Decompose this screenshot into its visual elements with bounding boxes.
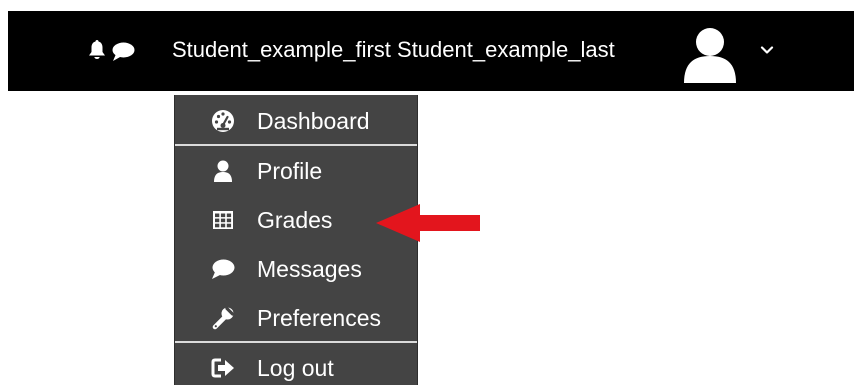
menu-item-preferences[interactable]: Preferences (175, 295, 417, 341)
menu-item-dashboard[interactable]: Dashboard (175, 98, 417, 144)
speech-bubble-icon[interactable] (111, 42, 135, 62)
top-navbar: Student_example_first Student_example_la… (8, 11, 854, 91)
menu-item-label: Grades (257, 207, 333, 233)
menu-divider (175, 341, 417, 343)
page: Student_example_first Student_example_la… (0, 0, 864, 385)
red-arrow-icon (376, 204, 480, 242)
user-icon (214, 160, 232, 182)
menu-divider (175, 144, 417, 146)
speech-bubble-icon (212, 259, 235, 279)
bell-icon[interactable] (88, 39, 106, 61)
sign-out-icon (211, 358, 234, 378)
menu-item-label: Messages (257, 256, 362, 282)
user-name[interactable]: Student_example_first Student_example_la… (172, 36, 615, 64)
menu-item-label: Dashboard (257, 108, 370, 134)
menu-item-label: Profile (257, 158, 323, 184)
table-grid-icon (213, 211, 233, 229)
menu-item-log-out[interactable]: Log out (175, 345, 417, 385)
menu-item-messages[interactable]: Messages (175, 246, 417, 292)
chevron-down-icon[interactable] (760, 45, 774, 55)
wrench-icon (212, 306, 235, 330)
user-avatar-icon[interactable] (681, 26, 739, 84)
dashboard-gauge-icon (212, 110, 234, 132)
menu-item-label: Preferences (257, 305, 382, 331)
menu-item-label: Log out (257, 355, 334, 381)
menu-item-profile[interactable]: Profile (175, 148, 417, 194)
